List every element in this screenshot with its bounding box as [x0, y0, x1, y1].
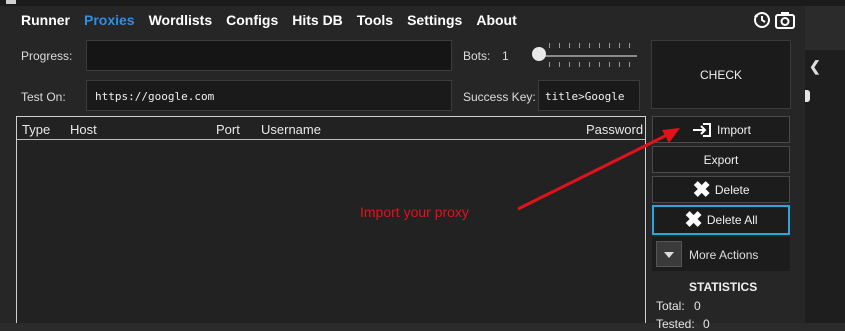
- annotation-arrow: [517, 128, 680, 211]
